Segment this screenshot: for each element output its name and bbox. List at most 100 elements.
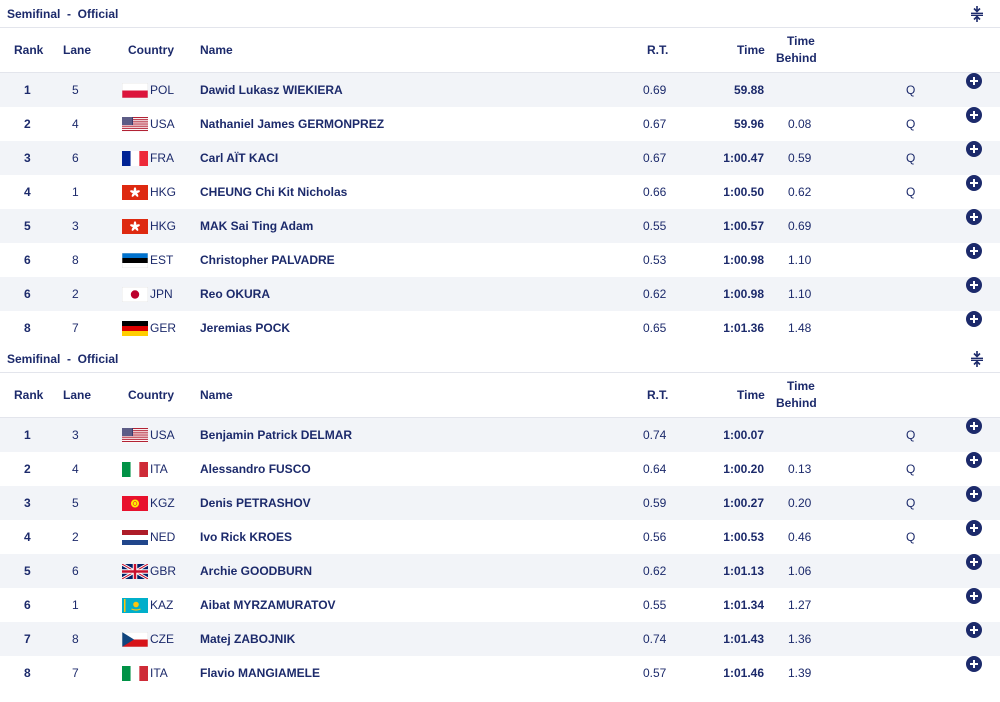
- qualification-mark: Q: [906, 530, 916, 544]
- time-behind: 1.10: [788, 287, 812, 301]
- rank-cell: 8: [24, 666, 31, 680]
- plus-circle-icon[interactable]: [966, 486, 982, 502]
- country-code: USA: [150, 428, 175, 442]
- plus-circle-icon[interactable]: [966, 107, 982, 123]
- flag-usa-icon: [122, 117, 148, 132]
- section-header: Semifinal - Official: [0, 345, 1000, 373]
- col-name: Name: [200, 388, 233, 402]
- col-behind-line2: Behind: [776, 51, 817, 65]
- time-behind: 1.36: [788, 632, 812, 646]
- plus-circle-icon[interactable]: [966, 277, 982, 293]
- plus-circle-icon[interactable]: [966, 243, 982, 259]
- table-row[interactable]: 6 8 EST Christopher PALVADRE 0.53 1:00.9…: [0, 243, 1000, 277]
- table-row[interactable]: 5 3 HKG MAK Sai Ting Adam 0.55 1:00.57 0…: [0, 209, 1000, 243]
- reaction-time: 0.69: [643, 83, 667, 97]
- reaction-time: 0.56: [643, 530, 667, 544]
- athlete-name: Denis PETRASHOV: [200, 496, 311, 510]
- country-code: GER: [150, 321, 177, 335]
- reaction-time: 0.66: [643, 185, 667, 199]
- athlete-name: Aibat MYRZAMURATOV: [200, 598, 336, 612]
- table-row[interactable]: 5 6 GBR Archie GOODBURN 0.62 1:01.13 1.0…: [0, 554, 1000, 588]
- plus-circle-icon[interactable]: [966, 209, 982, 225]
- plus-circle-icon[interactable]: [966, 588, 982, 604]
- table-row[interactable]: 1 5 POL Dawid Lukasz WIEKIERA 0.69 59.88…: [0, 73, 1000, 107]
- col-country: Country: [128, 43, 174, 57]
- lane-cell: 3: [72, 428, 79, 442]
- reaction-time: 0.67: [643, 117, 667, 131]
- col-behind-line1: Time: [787, 379, 815, 393]
- flag-gbr-icon: [122, 564, 148, 579]
- time-behind: 0.59: [788, 151, 812, 165]
- country-code: POL: [150, 83, 175, 97]
- results-table-body: 1 5 POL Dawid Lukasz WIEKIERA 0.69 59.88…: [0, 73, 1000, 345]
- plus-circle-icon[interactable]: [966, 141, 982, 157]
- table-row[interactable]: 1 3 USA Benjamin Patrick DELMAR 0.74 1:0…: [0, 418, 1000, 452]
- flag-kaz-icon: [122, 598, 148, 613]
- time-behind: 0.69: [788, 219, 812, 233]
- lane-cell: 4: [72, 117, 79, 131]
- col-time: Time: [737, 43, 765, 57]
- collapse-icon[interactable]: [966, 3, 988, 25]
- athlete-name: Christopher PALVADRE: [200, 253, 335, 267]
- plus-circle-icon[interactable]: [966, 554, 982, 570]
- flag-est-icon: [122, 253, 148, 268]
- lane-cell: 5: [72, 83, 79, 97]
- lane-cell: 5: [72, 496, 79, 510]
- table-row[interactable]: 7 8 CZE Matej ZABOJNIK 0.74 1:01.43 1.36: [0, 622, 1000, 656]
- result-time: 1:00.47: [723, 151, 764, 165]
- table-row[interactable]: 6 1 KAZ Aibat MYRZAMURATOV 0.55 1:01.34 …: [0, 588, 1000, 622]
- result-time: 1:00.07: [723, 428, 764, 442]
- lane-cell: 3: [72, 219, 79, 233]
- table-row[interactable]: 8 7 ITA Flavio MANGIAMELE 0.57 1:01.46 1…: [0, 656, 1000, 690]
- flag-fra-icon: [122, 151, 148, 166]
- table-row[interactable]: 3 6 FRA Carl AÏT KACI 0.67 1:00.47 0.59 …: [0, 141, 1000, 175]
- country-code: NED: [150, 530, 176, 544]
- athlete-name: Reo OKURA: [200, 287, 271, 301]
- result-time: 1:01.13: [723, 564, 764, 578]
- time-behind: 1.39: [788, 666, 812, 680]
- plus-circle-icon[interactable]: [966, 622, 982, 638]
- lane-cell: 1: [72, 598, 79, 612]
- result-time: 1:00.98: [723, 287, 764, 301]
- table-row[interactable]: 4 1 HKG CHEUNG Chi Kit Nicholas 0.66 1:0…: [0, 175, 1000, 209]
- plus-circle-icon[interactable]: [966, 311, 982, 327]
- plus-circle-icon[interactable]: [966, 656, 982, 672]
- time-behind: 1.06: [788, 564, 812, 578]
- plus-circle-icon[interactable]: [966, 175, 982, 191]
- athlete-name: Flavio MANGIAMELE: [200, 666, 321, 680]
- flag-pol-icon: [122, 83, 148, 98]
- col-rank: Rank: [14, 43, 44, 57]
- athlete-name: Matej ZABOJNIK: [200, 632, 296, 646]
- time-behind: 1.10: [788, 253, 812, 267]
- time-behind: 1.48: [788, 321, 812, 335]
- section-title: Semifinal - Official: [7, 351, 119, 366]
- qualification-mark: Q: [906, 83, 916, 97]
- lane-cell: 1: [72, 185, 79, 199]
- col-name: Name: [200, 43, 233, 57]
- reaction-time: 0.62: [643, 564, 667, 578]
- table-row[interactable]: 2 4 ITA Alessandro FUSCO 0.64 1:00.20 0.…: [0, 452, 1000, 486]
- athlete-name: Archie GOODBURN: [200, 564, 313, 578]
- table-row[interactable]: 2 4 USA Nathaniel James GERMONPREZ 0.67 …: [0, 107, 1000, 141]
- table-row[interactable]: 3 5 KGZ Denis PETRASHOV 0.59 1:00.27 0.2…: [0, 486, 1000, 520]
- country-code: HKG: [150, 219, 177, 233]
- time-behind: 1.27: [788, 598, 812, 612]
- rank-cell: 1: [24, 428, 31, 442]
- plus-circle-icon[interactable]: [966, 520, 982, 536]
- table-row[interactable]: 4 2 NED Ivo Rick KROES 0.56 1:00.53 0.46…: [0, 520, 1000, 554]
- reaction-time: 0.74: [643, 428, 667, 442]
- lane-cell: 2: [72, 530, 79, 544]
- table-row[interactable]: 8 7 GER Jeremias POCK 0.65 1:01.36 1.48: [0, 311, 1000, 345]
- plus-circle-icon[interactable]: [966, 418, 982, 434]
- plus-circle-icon[interactable]: [966, 73, 982, 89]
- reaction-time: 0.74: [643, 632, 667, 646]
- table-row[interactable]: 6 2 JPN Reo OKURA 0.62 1:00.98 1.10: [0, 277, 1000, 311]
- rank-cell: 2: [24, 117, 31, 131]
- collapse-icon[interactable]: [966, 348, 988, 370]
- result-time: 1:01.34: [723, 598, 764, 612]
- flag-ita-icon: [122, 462, 148, 477]
- country-code: HKG: [150, 185, 177, 199]
- qualification-mark: Q: [906, 117, 916, 131]
- plus-circle-icon[interactable]: [966, 452, 982, 468]
- rank-cell: 2: [24, 462, 31, 476]
